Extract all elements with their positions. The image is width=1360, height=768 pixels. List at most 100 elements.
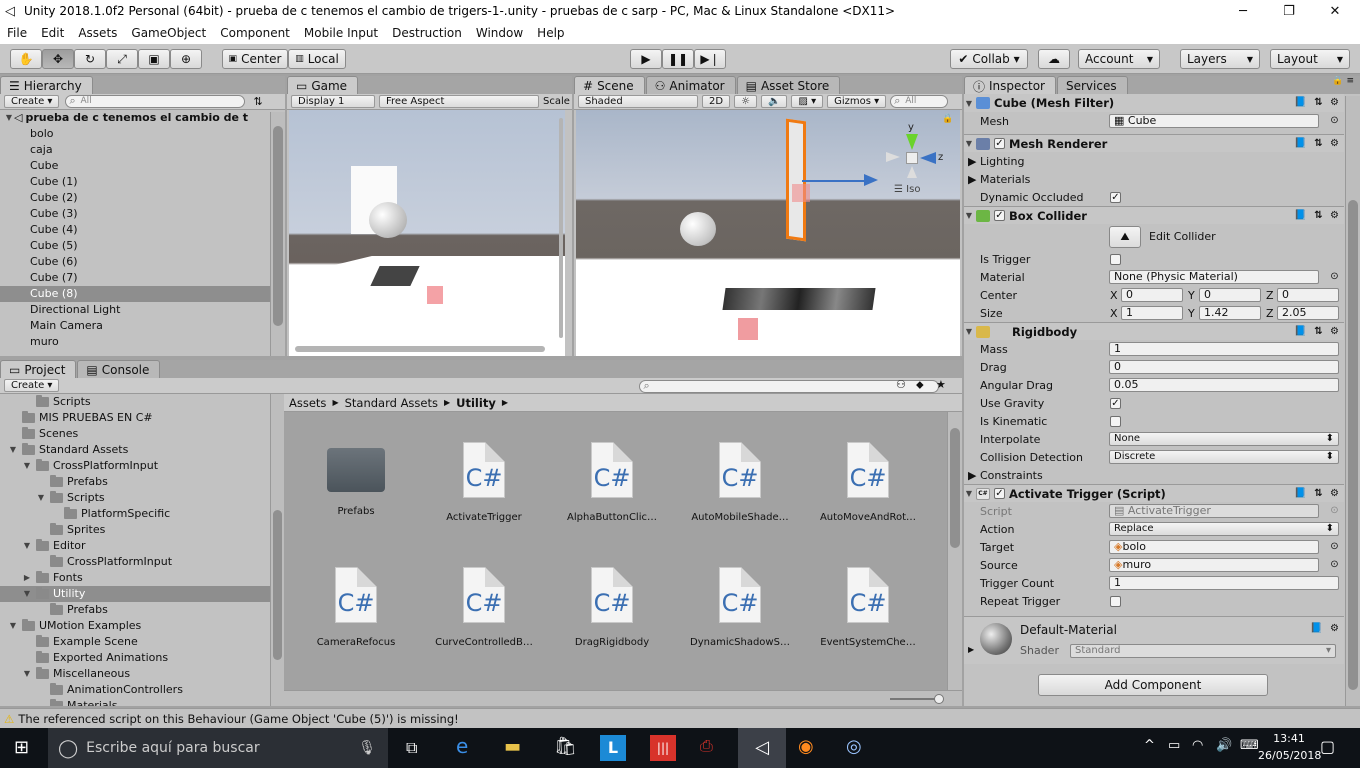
- fold-arrow-icon[interactable]: ▼: [964, 327, 974, 336]
- project-folder-item[interactable]: Prefabs: [0, 602, 270, 618]
- fold-arrow-icon[interactable]: ▼: [36, 490, 46, 506]
- fold-arrow-icon[interactable]: ▼: [22, 538, 32, 554]
- fold-arrow-icon[interactable]: ▶: [968, 645, 974, 654]
- project-folder-item[interactable]: ▼ Utility: [0, 586, 270, 602]
- filter-type-icon[interactable]: ⚇: [896, 378, 906, 391]
- box-collider-header[interactable]: ▼ ✓ Box Collider 📘 ⇅ ⚙: [964, 206, 1344, 224]
- mesh-field[interactable]: ▦ Cube: [1109, 114, 1319, 128]
- asset-item[interactable]: Prefabs: [296, 442, 416, 517]
- is-trigger-checkbox[interactable]: [1110, 253, 1121, 265]
- object-picker-icon[interactable]: ⊙: [1328, 541, 1341, 553]
- clock-time[interactable]: 13:41: [1258, 732, 1320, 745]
- taskbar-search-input[interactable]: ◯ Escribe aquí para buscar 🎙: [48, 728, 388, 768]
- toggle-2d-button[interactable]: 2D: [702, 95, 731, 108]
- object-picker-icon[interactable]: ⊙: [1328, 559, 1341, 571]
- hierarchy-search-input[interactable]: All: [65, 94, 246, 108]
- project-folder-item[interactable]: ▶ Fonts: [0, 570, 270, 586]
- materials-foldout[interactable]: ▶ Materials: [968, 173, 1030, 186]
- project-folder-item[interactable]: Prefabs: [0, 474, 270, 490]
- play-button[interactable]: ▶: [630, 49, 662, 69]
- asset-item[interactable]: C# CurveControlledB…: [424, 567, 544, 648]
- battery-icon[interactable]: ▭: [1168, 738, 1180, 753]
- hierarchy-item[interactable]: bolo: [0, 126, 285, 142]
- preset-icon[interactable]: ⇅: [1312, 326, 1325, 338]
- game-hscroll[interactable]: [295, 346, 545, 352]
- gear-icon[interactable]: ⚙: [1328, 210, 1341, 222]
- store-icon[interactable]: 🛍: [554, 736, 577, 757]
- breadcrumb-assets[interactable]: Assets: [289, 396, 326, 410]
- shading-dropdown[interactable]: Shaded: [578, 95, 698, 108]
- hierarchy-create-button[interactable]: Create ▾: [4, 95, 60, 108]
- axis-y-cone[interactable]: [906, 134, 918, 150]
- menu-component[interactable]: Component: [213, 24, 297, 44]
- tab-animator[interactable]: ⚇ Animator: [645, 76, 736, 94]
- hierarchy-item[interactable]: Cube (8): [0, 286, 285, 302]
- app-l-icon[interactable]: L: [600, 735, 626, 761]
- asset-item[interactable]: C# AutoMoveAndRot…: [808, 442, 928, 523]
- slider-thumb[interactable]: [934, 694, 944, 704]
- scene-root[interactable]: ▼ ◁ prueba de c tenemos el cambio de t: [0, 110, 285, 126]
- project-search-input[interactable]: [639, 379, 940, 393]
- scene-search-input[interactable]: All: [890, 94, 949, 108]
- is-kinematic-checkbox[interactable]: [1110, 415, 1121, 427]
- asset-item[interactable]: C# CameraRefocus: [296, 567, 416, 648]
- gear-icon[interactable]: ⚙: [1328, 138, 1341, 150]
- hierarchy-item[interactable]: Cube: [0, 158, 285, 174]
- status-bar[interactable]: ⚠ The referenced script on this Behaviou…: [0, 708, 1360, 728]
- axis-x-cone[interactable]: [886, 152, 900, 162]
- move-tool-button[interactable]: ✥: [42, 49, 74, 69]
- size-z-field[interactable]: 2.05: [1277, 306, 1339, 320]
- project-folder-item[interactable]: Materials: [0, 698, 270, 706]
- menu-file[interactable]: File: [0, 24, 34, 44]
- lighting-foldout[interactable]: ▶ Lighting: [968, 155, 1024, 168]
- fold-arrow-icon[interactable]: ▼: [964, 489, 974, 498]
- effects-dropdown[interactable]: ▨ ▾: [791, 95, 824, 108]
- pause-button[interactable]: ❚❚: [662, 49, 694, 69]
- preset-icon[interactable]: ⇅: [1312, 138, 1325, 150]
- menu-window[interactable]: Window: [469, 24, 530, 44]
- project-folder-item[interactable]: MIS PRUEBAS EN C#: [0, 410, 270, 426]
- hierarchy-item[interactable]: Cube (5): [0, 238, 285, 254]
- mesh-filter-header[interactable]: ▼ Cube (Mesh Filter) 📘 ⇅ ⚙: [964, 94, 1344, 112]
- interpolate-dropdown[interactable]: None ⬍: [1109, 432, 1339, 446]
- filter-label-icon[interactable]: ⬥: [916, 378, 924, 392]
- hierarchy-scrollbar[interactable]: [270, 112, 285, 356]
- project-create-button[interactable]: Create ▾: [4, 379, 60, 392]
- repeat-trigger-checkbox[interactable]: [1110, 595, 1121, 607]
- keyboard-icon[interactable]: ⌨: [1240, 738, 1259, 753]
- gear-icon[interactable]: ⚙: [1328, 326, 1341, 338]
- project-folder-item[interactable]: ▼ Miscellaneous: [0, 666, 270, 682]
- menu-destruction[interactable]: Destruction: [385, 24, 469, 44]
- lock-icon[interactable]: 🔒: [942, 114, 953, 124]
- unity-taskbar-icon[interactable]: ◁: [738, 728, 786, 768]
- shader-dropdown[interactable]: Standard ▾: [1070, 644, 1336, 658]
- menu-assets[interactable]: Assets: [71, 24, 124, 44]
- hierarchy-item[interactable]: caja: [0, 142, 285, 158]
- maximize-button[interactable]: ❐: [1266, 0, 1312, 24]
- mass-field[interactable]: 1: [1109, 342, 1339, 356]
- project-folder-item[interactable]: ▼ Editor: [0, 538, 270, 554]
- add-component-button[interactable]: Add Component: [1038, 674, 1268, 696]
- tab-asset-store[interactable]: ▤ Asset Store: [736, 76, 841, 94]
- angular-drag-field[interactable]: 0.05: [1109, 378, 1339, 392]
- asset-item[interactable]: C# DragRigidbody: [552, 567, 672, 648]
- favorite-star-icon[interactable]: ★: [936, 378, 946, 391]
- hierarchy-item[interactable]: Cube (4): [0, 222, 285, 238]
- wifi-icon[interactable]: ◠: [1192, 738, 1203, 753]
- move-handle-x[interactable]: [802, 180, 872, 182]
- menu-mobile-input[interactable]: Mobile Input: [297, 24, 385, 44]
- center-x-field[interactable]: 0: [1121, 288, 1183, 302]
- sort-icon[interactable]: ⇅: [253, 95, 262, 108]
- fold-arrow-icon[interactable]: ▼: [964, 99, 974, 108]
- iso-label[interactable]: ☰ Iso: [894, 184, 920, 195]
- tab-inspector[interactable]: ⓘ Inspector: [964, 76, 1056, 94]
- hierarchy-item[interactable]: Cube (7): [0, 270, 285, 286]
- gear-icon[interactable]: ⚙: [1328, 488, 1341, 500]
- source-field[interactable]: ◈muro: [1109, 558, 1319, 572]
- help-icon[interactable]: 📘: [1310, 623, 1323, 635]
- project-folder-item[interactable]: Scenes: [0, 426, 270, 442]
- breadcrumb-utility[interactable]: Utility: [456, 396, 496, 410]
- tab-game[interactable]: ▭ Game: [287, 76, 359, 94]
- gizmos-dropdown[interactable]: Gizmos ▾: [827, 95, 887, 108]
- tab-console[interactable]: ▤ Console: [77, 360, 161, 378]
